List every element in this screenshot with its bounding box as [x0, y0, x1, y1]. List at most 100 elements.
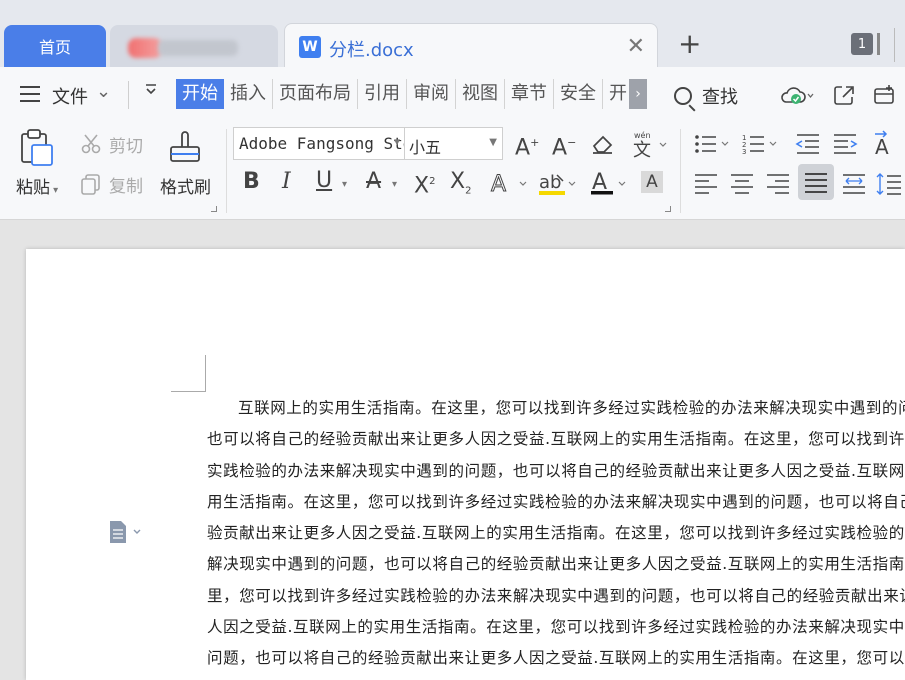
cloud-sync-icon[interactable]	[780, 83, 814, 111]
tab-blurred-document[interactable]	[110, 25, 278, 67]
bullet-list-icon[interactable]	[694, 133, 734, 159]
pinyin-guide-icon[interactable]: wén 文	[632, 129, 670, 163]
highlight-color-icon[interactable]: ab	[538, 169, 580, 203]
ribbon-tabs: 开始 插入 页面布局 引用 审阅 视图 章节 安全 开	[176, 79, 633, 109]
text-line: 问题，也可以将自己的经验贡献出来让更多人因之受益.互联网上的实用生活指南。在这里…	[207, 649, 905, 668]
text-line: 也可以将自己的经验贡献出来让更多人因之受益.互联网上的实用生活指南。在这里，您可…	[207, 430, 905, 449]
tab-references[interactable]: 引用	[358, 79, 407, 109]
window-count-badge[interactable]: 1	[851, 33, 873, 55]
close-tab-icon[interactable]: ✕	[627, 34, 645, 59]
new-tab-plus-icon[interactable]: +	[678, 30, 701, 58]
underline-chevron-down-icon[interactable]: ▾	[342, 179, 347, 190]
ribbon-group-divider	[226, 129, 227, 213]
search-button[interactable]: 查找	[674, 83, 738, 109]
decrease-font-size-icon[interactable]: A−	[552, 131, 576, 160]
cut-button[interactable]: 剪切	[80, 131, 150, 157]
more-tools-icon[interactable]	[872, 83, 902, 111]
ribbon-toolbar: 粘贴 ▾ 剪切 复制 格式刷 Adobe Fangsong Std ▼ 小五 ▼	[0, 123, 905, 220]
document-body[interactable]: 互联网上的实用生活指南。在这里，您可以找到许多经过实践检验的办法来解决现实中遇到…	[207, 393, 905, 675]
decrease-indent-icon[interactable]	[795, 133, 821, 159]
blurred-app-icon	[128, 38, 162, 58]
paragraph-layout-icon[interactable]	[108, 519, 146, 545]
tab-home-label: 首页	[38, 38, 71, 57]
tab-page-layout[interactable]: 页面布局	[273, 79, 358, 109]
font-size-value: 小五	[409, 138, 442, 157]
blurred-tab-title	[158, 40, 238, 56]
bold-icon[interactable]: B	[243, 170, 260, 194]
align-right-icon[interactable]	[766, 173, 790, 199]
strikethrough-icon[interactable]: A	[366, 170, 381, 194]
paste-label: 粘贴 ▾	[16, 178, 59, 198]
italic-icon[interactable]: I	[282, 170, 291, 194]
font-color-icon[interactable]: A	[590, 169, 630, 203]
justify-icon[interactable]	[798, 164, 834, 200]
scissors-icon	[81, 134, 101, 154]
cut-label: 剪切	[109, 137, 143, 157]
window-switch-icon[interactable]	[877, 33, 880, 55]
line-spacing-icon[interactable]	[876, 171, 902, 201]
font-name-select[interactable]: Adobe Fangsong Std ▼	[233, 127, 405, 160]
text-line: 验贡献出来让更多人因之受益.互联网上的实用生活指南。在这里，您可以找到许多经过实…	[207, 524, 905, 543]
hamburger-icon[interactable]	[20, 86, 40, 102]
ribbon-group-divider	[680, 129, 681, 213]
numbered-list-icon[interactable]: 123	[742, 133, 782, 159]
tab-section[interactable]: 章节	[505, 79, 554, 109]
distributed-align-icon[interactable]	[842, 173, 866, 199]
menu-divider	[128, 81, 129, 109]
margin-corner-mark	[171, 391, 206, 392]
font-dialog-launcher-icon[interactable]	[665, 206, 671, 212]
tab-review[interactable]: 审阅	[407, 79, 456, 109]
text-effects-icon[interactable]: A	[490, 171, 530, 201]
tab-active-document[interactable]: W 分栏.docx ✕	[284, 23, 658, 68]
menu-bar: 文件 ⌄ 开始 插入 页面布局 引用 审阅 视图 章节 安全 开 › 查找	[0, 67, 905, 123]
subscript-icon[interactable]: X2	[450, 169, 471, 203]
tab-divider	[894, 28, 895, 62]
document-workspace: 互联网上的实用生活指南。在这里，您可以找到许多经过实践检验的办法来解决现实中遇到…	[0, 220, 905, 680]
quick-access-chevron-icon[interactable]	[144, 81, 158, 100]
copy-label: 复制	[109, 177, 143, 197]
increase-indent-icon[interactable]	[832, 133, 858, 159]
font-size-select[interactable]: 小五 ▼	[405, 127, 503, 160]
margin-corner-mark	[205, 355, 206, 391]
share-icon[interactable]	[832, 83, 856, 111]
search-icon	[674, 87, 692, 105]
search-label: 查找	[702, 87, 738, 108]
align-center-icon[interactable]	[730, 173, 754, 199]
tab-bar: 首页 W 分栏.docx ✕ + 1	[0, 0, 905, 68]
copy-button[interactable]: 复制	[80, 171, 150, 197]
underline-icon[interactable]: U	[316, 169, 332, 193]
document-tab-title: 分栏.docx	[329, 40, 414, 61]
superscript-icon[interactable]: X2	[414, 170, 435, 198]
clear-formatting-eraser-icon[interactable]	[590, 132, 616, 160]
font-size-chevron-down-icon: ▼	[489, 137, 497, 148]
tab-view[interactable]: 视图	[456, 79, 505, 109]
svg-text:A: A	[491, 172, 506, 197]
tabs-scroll-right-icon[interactable]: ›	[629, 79, 647, 109]
tab-security[interactable]: 安全	[554, 79, 603, 109]
text-direction-icon[interactable]: A	[872, 128, 902, 162]
file-menu[interactable]: 文件	[52, 83, 88, 109]
text-line: 人因之受益.互联网上的实用生活指南。在这里，您可以找到许多经过实践检验的办法来解…	[207, 618, 905, 637]
format-painter-label: 格式刷	[160, 178, 211, 198]
text-line: 实践检验的办法来解决现实中遇到的问题，也可以将自己的经验贡献出来让更多人因之受益…	[207, 461, 905, 480]
svg-text:A: A	[875, 135, 889, 158]
tab-insert[interactable]: 插入	[224, 79, 273, 109]
clipboard-dialog-launcher-icon[interactable]	[211, 206, 217, 212]
format-painter-icon	[170, 131, 200, 162]
font-name-value: Adobe Fangsong Std	[239, 134, 405, 153]
tab-start[interactable]: 开始	[176, 79, 224, 109]
copy-icon	[81, 174, 100, 195]
document-page[interactable]: 互联网上的实用生活指南。在这里，您可以找到许多经过实践检验的办法来解决现实中遇到…	[26, 249, 905, 680]
text-line: 用生活指南。在这里，您可以找到许多经过实践检验的办法来解决现实中遇到的问题，也可…	[207, 492, 905, 511]
align-left-icon[interactable]	[694, 173, 718, 199]
strikethrough-chevron-down-icon[interactable]: ▾	[392, 179, 397, 190]
increase-font-size-icon[interactable]: A+	[515, 131, 539, 160]
tab-home[interactable]: 首页	[4, 25, 106, 67]
file-menu-chevron-down-icon[interactable]: ⌄	[96, 81, 111, 102]
text-line: 互联网上的实用生活指南。在这里，您可以找到许多经过实践检验的办法来解决现实中遇到…	[238, 399, 905, 417]
word-doc-icon: W	[299, 36, 321, 58]
text-line: 解决现实中遇到的问题，也可以将自己的经验贡献出来让更多人因之受益.互联网上的实用…	[207, 555, 905, 574]
text-line: 里，您可以找到许多经过实践检验的办法来解决现实中遇到的问题，也可以将自己的经验贡…	[207, 586, 905, 605]
paste-icon	[21, 129, 53, 166]
character-shading-icon[interactable]: A	[641, 171, 663, 193]
